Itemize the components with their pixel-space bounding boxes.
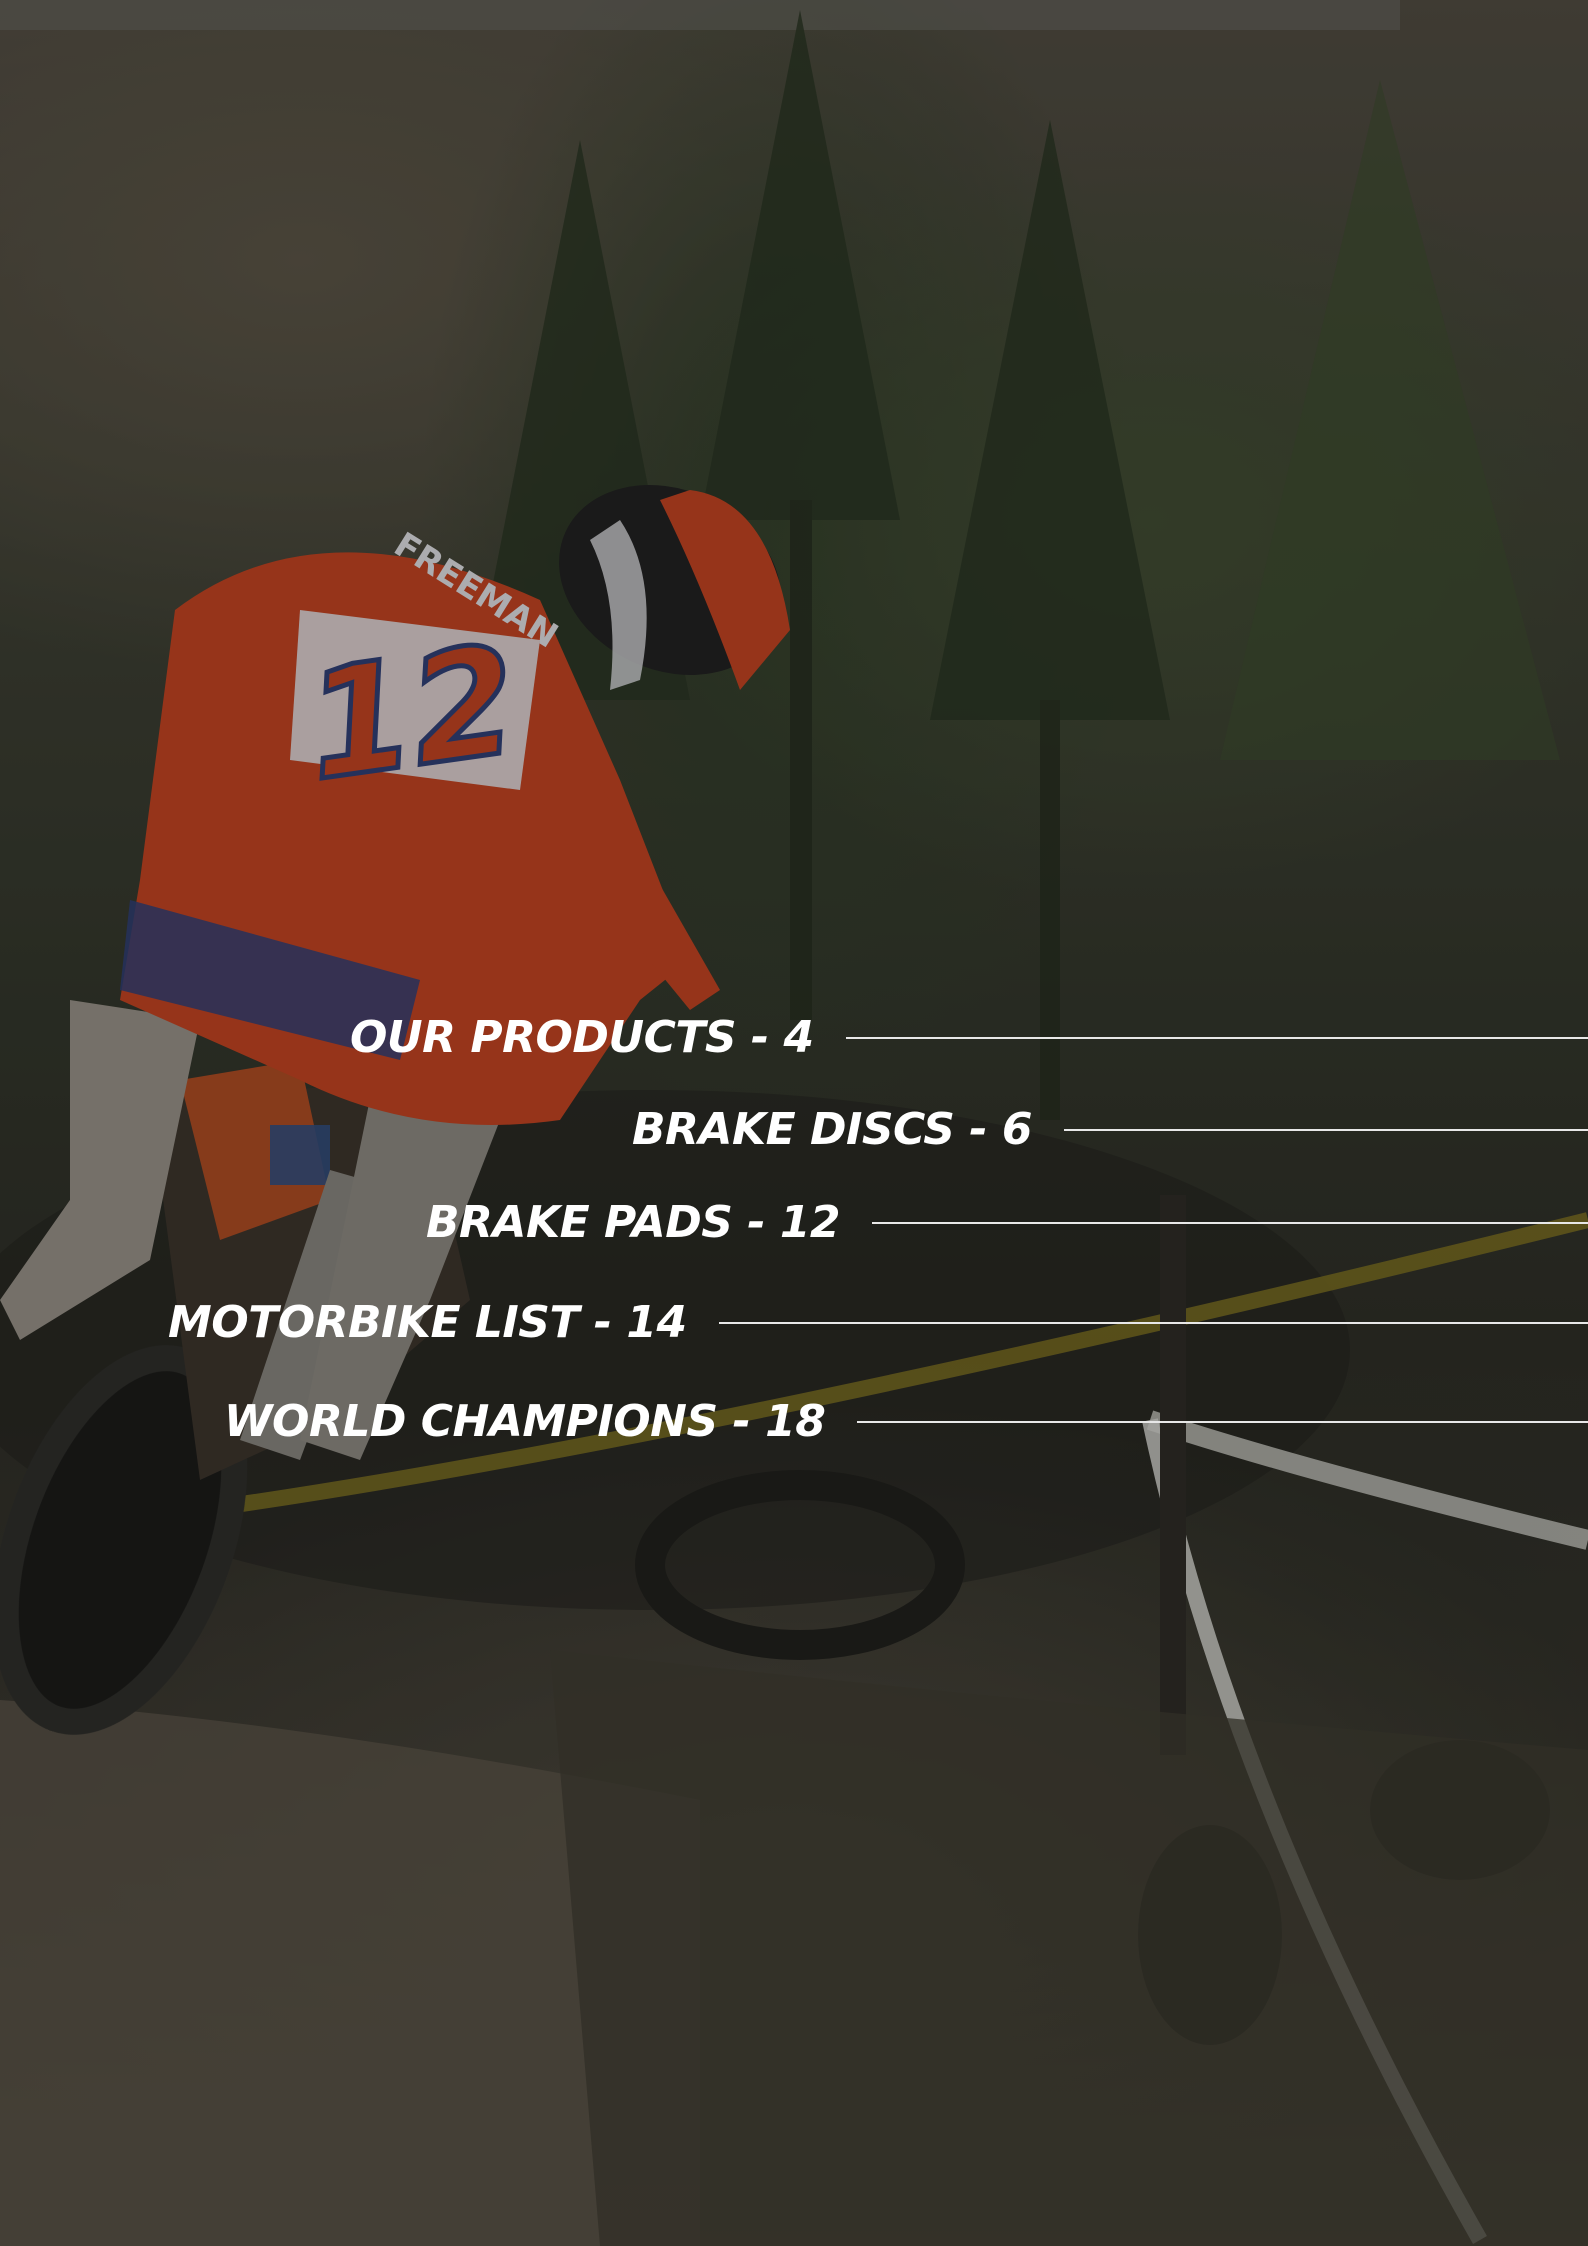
- toc-label: MOTORBIKE LIST - 14: [168, 1297, 687, 1348]
- toc-label: BRAKE PADS - 12: [426, 1197, 841, 1248]
- toc-divider-line: [718, 1322, 1588, 1324]
- toc-label: OUR PRODUCTS - 4: [350, 1012, 814, 1063]
- toc-label: WORLD CHAMPIONS - 18: [224, 1396, 826, 1447]
- toc-entry-our-products[interactable]: OUR PRODUCTS - 4: [350, 1008, 1588, 1068]
- toc-divider-line: [857, 1421, 1588, 1423]
- table-of-contents-page: 12 FREEMAN OUR PRODUCTS - 4 BRAKE DISCS …: [0, 0, 1588, 2246]
- toc-divider-line: [872, 1222, 1588, 1224]
- toc-entry-brake-pads[interactable]: BRAKE PADS - 12: [426, 1193, 1588, 1253]
- toc-entry-brake-discs[interactable]: BRAKE DISCS - 6: [632, 1100, 1588, 1160]
- toc-divider-line: [1063, 1129, 1588, 1131]
- toc-entry-world-champions[interactable]: WORLD CHAMPIONS - 18: [224, 1392, 1588, 1452]
- toc-label: BRAKE DISCS - 6: [632, 1104, 1032, 1155]
- toc-entry-motorbike-list[interactable]: MOTORBIKE LIST - 14: [168, 1293, 1588, 1353]
- toc-divider-line: [845, 1037, 1588, 1039]
